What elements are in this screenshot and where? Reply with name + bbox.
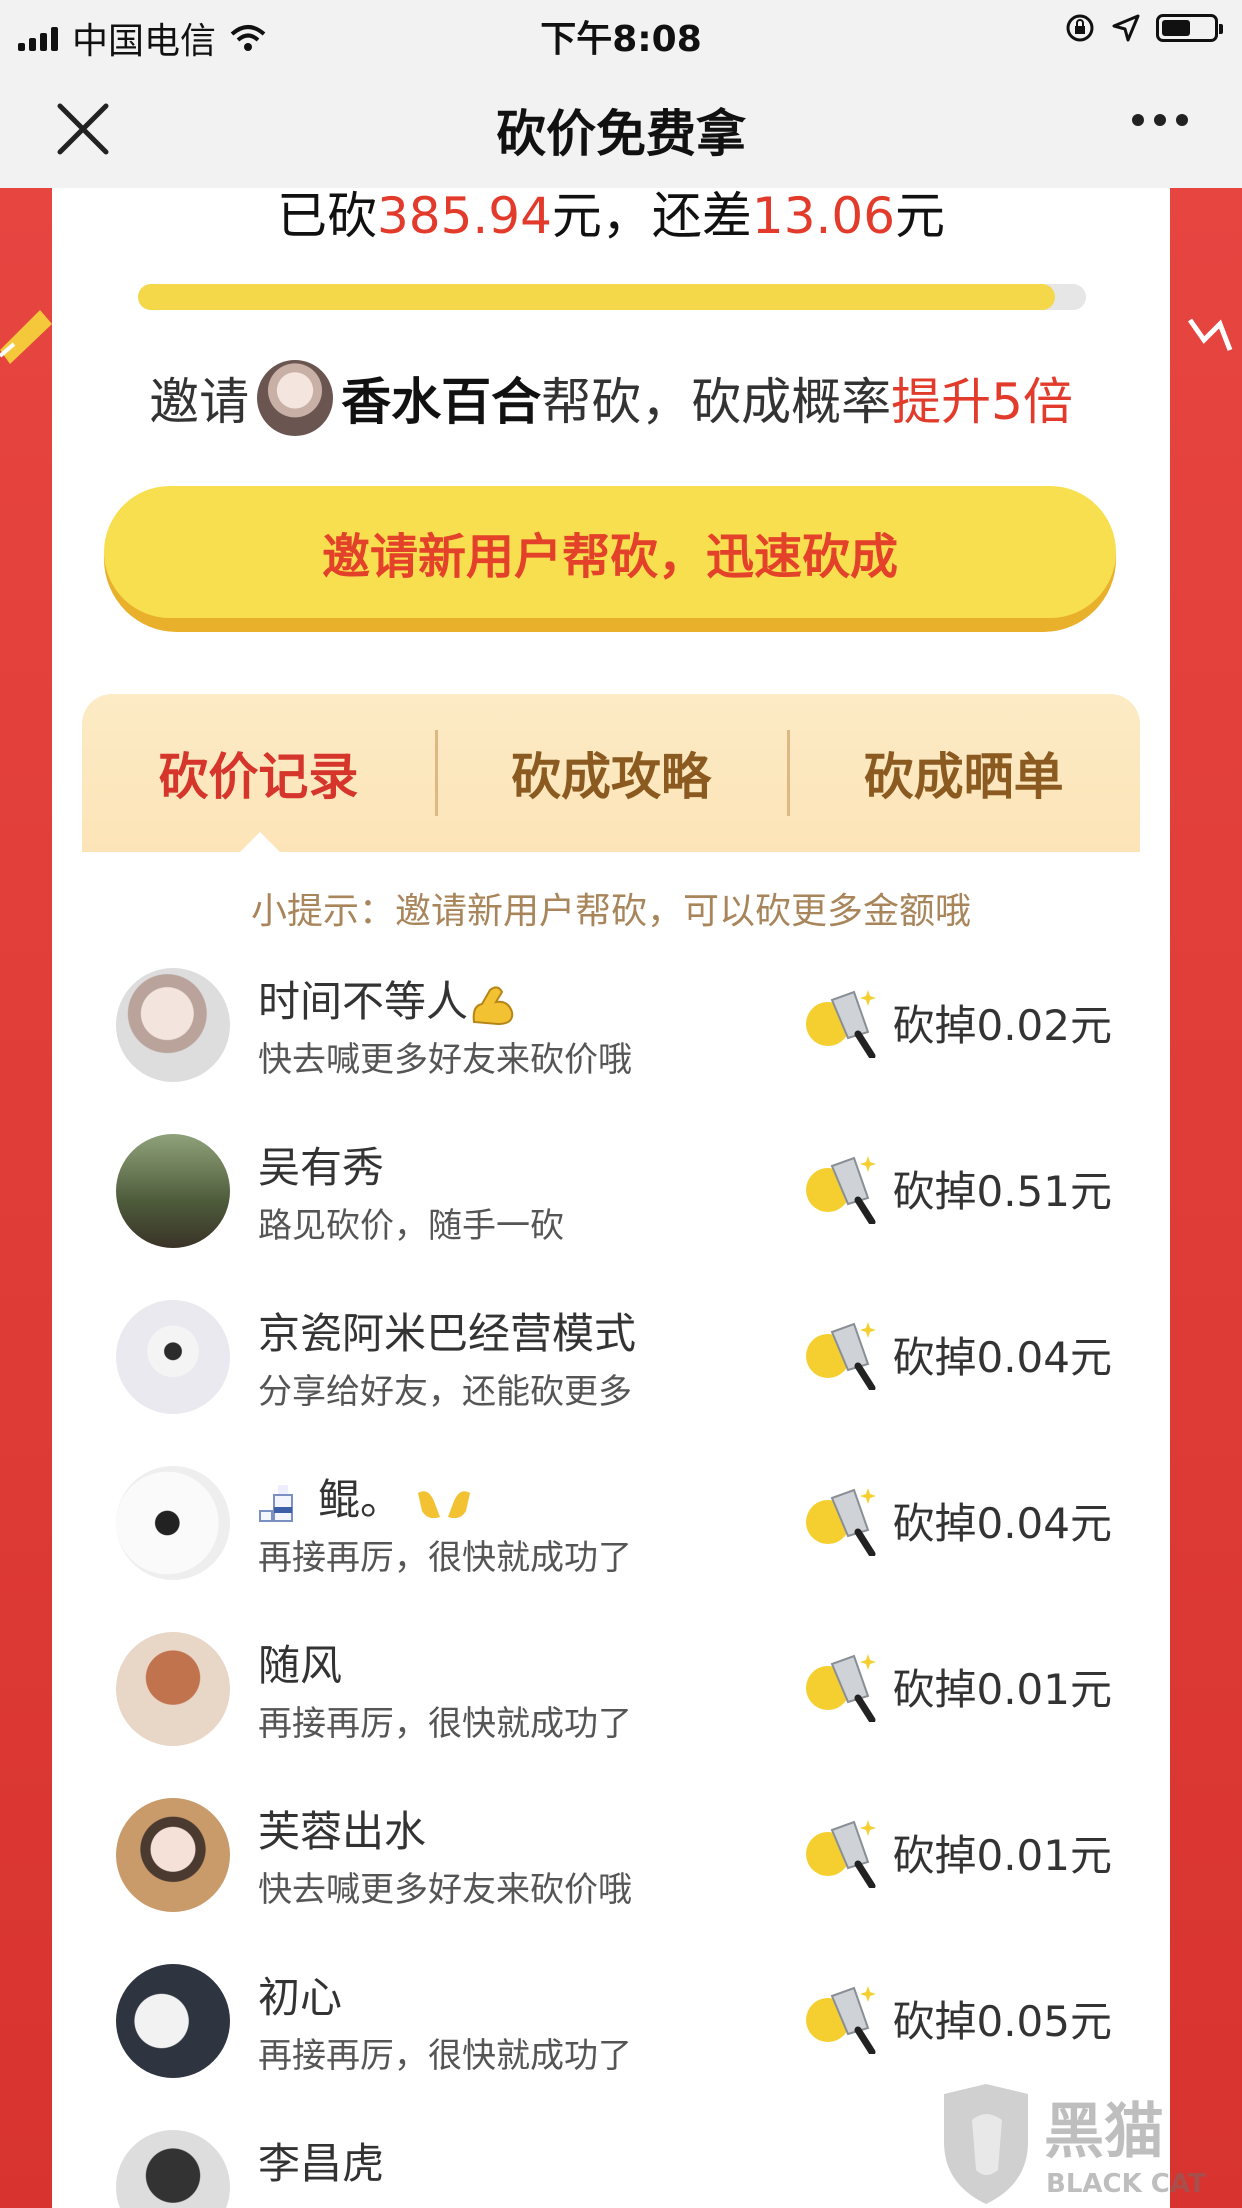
cut-value: 砍掉0.01元 [892, 1830, 1112, 1880]
cut-amount: 385.94 [376, 188, 552, 245]
record-name: 时间不等人 [258, 977, 469, 1026]
record-subtitle: 再接再厉，很快就成功了 [258, 1538, 632, 1578]
background-right [1170, 188, 1242, 2208]
tab-cut-records[interactable]: 砍价记录 [82, 694, 435, 852]
progress-suffix: 元 [895, 188, 946, 245]
cut-value: 砍掉0.01元 [892, 1664, 1112, 1714]
invite-new-user-button[interactable]: 邀请新用户帮砍，迅速砍成 [104, 486, 1116, 632]
status-time: 下午8:08 [540, 19, 702, 60]
inviter-name: 香水百合 [341, 373, 542, 431]
list-item: 随风 再接再厉，很快就成功了 砍掉0.01元 [52, 1610, 1170, 1776]
sake-bottle-icon [259, 1484, 293, 1522]
cleaver-coin-icon [806, 990, 877, 1058]
cut-amount-badge: 砍掉0.05元 [802, 1982, 1112, 2054]
record-name: 随风 [258, 1641, 343, 1690]
progress-bar [138, 284, 1086, 310]
progress-summary: 已砍385.94元，还差13.06元 [52, 188, 1170, 244]
avatar [116, 1300, 230, 1414]
rotation-lock-icon [1066, 14, 1094, 42]
invite-mid: 帮砍，砍成概率 [541, 373, 892, 431]
decoration-left-icon [0, 310, 52, 364]
cut-value: 砍掉0.51元 [892, 1166, 1112, 1216]
watermark-logo: 黑猫 BLACK CAT [944, 2084, 1206, 2204]
avatar [116, 968, 230, 1082]
location-icon [1112, 14, 1140, 42]
cleaver-coin-icon [806, 1488, 877, 1556]
avatar [116, 1798, 230, 1912]
invite-button-label: 邀请新用户帮砍，迅速砍成 [104, 486, 1116, 618]
record-name-line: 时间不等人 [258, 968, 518, 1029]
record-name: 京瓷阿米巴经营模式 [258, 1309, 637, 1358]
list-item: 鲲。 再接再厉，很快就成功了 砍掉0.04元 [52, 1444, 1170, 1610]
record-name: 鲲。 [318, 1475, 403, 1524]
cut-amount-badge: 砍掉0.51元 [802, 1152, 1112, 1224]
avatar [116, 1632, 230, 1746]
list-item: 时间不等人 快去喊更多好友来砍价哦 砍掉0.02元 [52, 946, 1170, 1112]
background-left [0, 188, 52, 2208]
invite-line: 邀请 香水百合 帮砍，砍成概率 提升5倍 [52, 358, 1170, 438]
invite-prefix: 邀请 [149, 373, 250, 431]
progress-prefix: 已砍 [276, 188, 377, 245]
avatar [116, 1466, 230, 1580]
list-item: 芙蓉出水 快去喊更多好友来砍价哦 砍掉0.01元 [52, 1776, 1170, 1942]
tab-showcase[interactable]: 砍成晒单 [787, 694, 1140, 852]
avatar [116, 1134, 230, 1248]
cut-amount-badge: 砍掉0.02元 [802, 986, 1112, 1058]
cut-value: 砍掉0.04元 [892, 1498, 1112, 1548]
record-subtitle: 快去喊更多好友来砍价哦 [258, 1870, 632, 1910]
cut-amount-badge: 砍掉0.01元 [802, 1816, 1112, 1888]
cut-value: 砍掉0.04元 [892, 1332, 1112, 1382]
svg-text:黑猫: 黑猫 [1044, 2097, 1164, 2167]
record-name-line: 鲲。 [258, 1466, 474, 1527]
active-tab-indicator [240, 832, 280, 852]
open-hands-icon [418, 1490, 471, 1518]
list-item: 京瓷阿米巴经营模式 分享给好友，还能砍更多 砍掉0.04元 [52, 1278, 1170, 1444]
cut-value: 砍掉0.05元 [892, 1996, 1112, 2046]
tab-bar: 砍价记录 砍成攻略 砍成晒单 [82, 694, 1140, 852]
flexed-biceps-icon [472, 985, 514, 1025]
record-subtitle: 分享给好友，还能砍更多 [258, 1372, 632, 1412]
progress-mid: 元，还差 [551, 188, 752, 245]
cut-amount-badge: 砍掉0.04元 [802, 1318, 1112, 1390]
main-card: 已砍385.94元，还差13.06元 邀请 香水百合 帮砍，砍成概率 提升5倍 邀请… [52, 188, 1170, 2208]
avatar [116, 2130, 230, 2208]
inviter-avatar [257, 360, 334, 436]
record-name: 初心 [258, 1973, 343, 2022]
record-subtitle: 再接再厉，很快就成功了 [258, 2036, 632, 2076]
cleaver-coin-icon [806, 1322, 877, 1390]
avatar [116, 1964, 230, 2078]
cut-amount-badge: 砍掉0.04元 [802, 1484, 1112, 1556]
record-subtitle: 路见砍价，随手一砍 [258, 1206, 564, 1246]
cleaver-coin-icon [806, 1820, 877, 1888]
status-bar: 中国电信 下午8:08 [0, 0, 1242, 64]
tip-text: 小提示：邀请新用户帮砍，可以砍更多金额哦 [250, 891, 971, 932]
record-name: 芙蓉出水 [258, 1807, 427, 1856]
cleaver-coin-icon [806, 1654, 877, 1722]
cleaver-coin-icon [806, 1156, 877, 1224]
record-subtitle: 再接再厉，很快就成功了 [258, 1704, 632, 1744]
record-subtitle: 快去喊更多好友来砍价哦 [258, 1040, 632, 1080]
record-name: 吴有秀 [258, 1143, 385, 1192]
cleaver-coin-icon [806, 1986, 877, 2054]
page-title: 砍价免费拿 [496, 105, 746, 163]
progress-bar-fill [138, 284, 1055, 310]
cut-value: 砍掉0.02元 [892, 1000, 1112, 1050]
tab-strategy[interactable]: 砍成攻略 [434, 694, 788, 852]
more-icon[interactable] [1132, 114, 1188, 126]
list-item: 吴有秀 路见砍价，随手一砍 砍掉0.51元 [52, 1112, 1170, 1278]
record-name: 李昌虎 [258, 2139, 385, 2188]
cut-record-list: 时间不等人 快去喊更多好友来砍价哦 砍掉0.02元 吴有秀 路见砍价，随手一砍 … [52, 946, 1170, 2208]
decoration-right-icon [1187, 318, 1233, 351]
battery-icon [1156, 14, 1223, 42]
invite-boost: 提升5倍 [891, 373, 1073, 431]
remaining-amount: 13.06 [751, 188, 896, 245]
cut-amount-badge: 砍掉0.01元 [802, 1650, 1112, 1722]
svg-text:BLACK CAT: BLACK CAT [1046, 2169, 1206, 2199]
nav-bar: 砍价免费拿 [0, 64, 1242, 189]
